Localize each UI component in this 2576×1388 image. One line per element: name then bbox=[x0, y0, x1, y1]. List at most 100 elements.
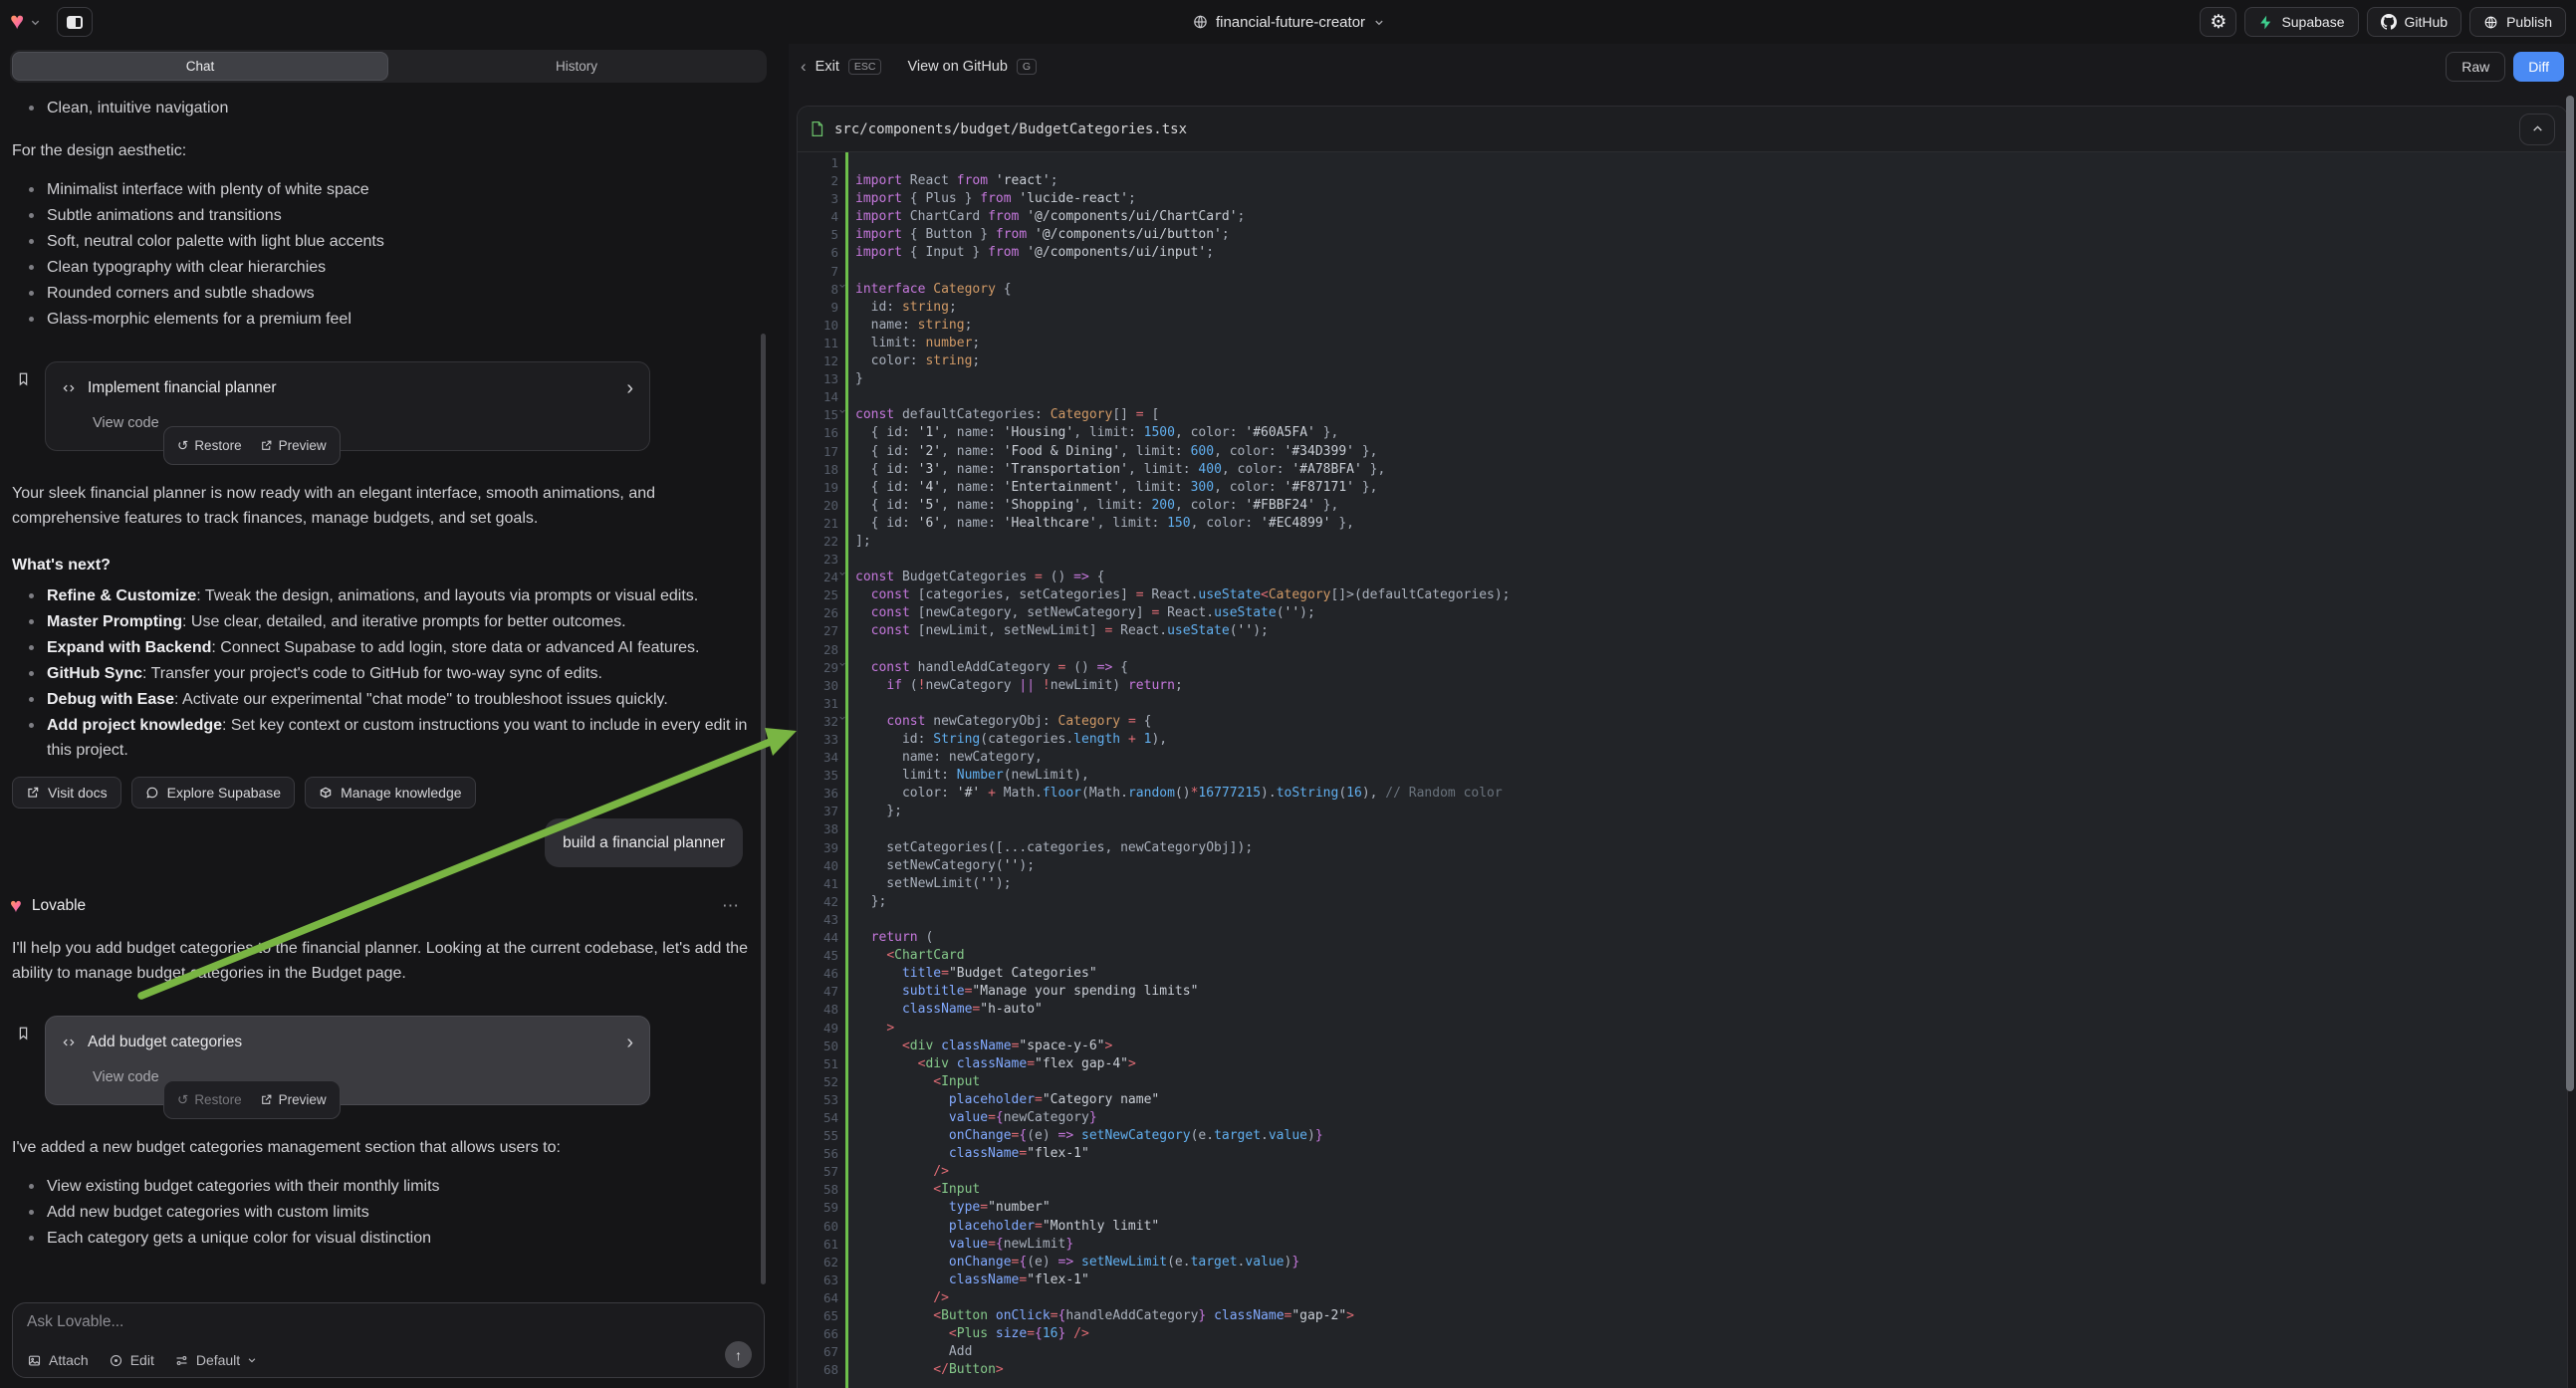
line-number: 11 bbox=[798, 335, 838, 352]
list-item: Debug with Ease: Activate our experiment… bbox=[10, 687, 753, 712]
toggle-sidebar-button[interactable] bbox=[57, 7, 93, 37]
assistant-name: Lovable bbox=[32, 893, 86, 918]
preview-button[interactable]: Preview bbox=[260, 433, 327, 458]
fold-toggle-icon[interactable] bbox=[838, 660, 846, 668]
edit-button[interactable]: Edit bbox=[109, 1352, 154, 1368]
visit-docs-button[interactable]: Visit docs bbox=[12, 777, 121, 809]
mode-select[interactable]: Default bbox=[174, 1352, 257, 1368]
code-change-card[interactable]: Add budget categories›View code↺RestoreP… bbox=[45, 1016, 650, 1105]
list-item-bold: Debug with Ease bbox=[47, 691, 174, 708]
raw-toggle-button[interactable]: Raw bbox=[2446, 52, 2505, 82]
code-area: 12import React from 'react';3import { Pl… bbox=[798, 152, 2567, 1388]
code-line: 49 > bbox=[798, 1020, 2567, 1038]
code-line: 63 className="flex-1" bbox=[798, 1272, 2567, 1289]
code-line: 59 type="number" bbox=[798, 1199, 2567, 1217]
line-number: 38 bbox=[798, 820, 838, 838]
settings-button[interactable]: ⚙ bbox=[2200, 7, 2236, 37]
code-line: 57 /> bbox=[798, 1163, 2567, 1181]
code-line: 11 limit: number; bbox=[798, 335, 2567, 352]
restore-button[interactable]: ↺Restore bbox=[177, 1087, 242, 1112]
github-button[interactable]: GitHub bbox=[2367, 7, 2462, 37]
supabase-label: Supabase bbox=[2281, 14, 2344, 30]
line-number: 52 bbox=[798, 1073, 838, 1091]
attach-button[interactable]: Attach bbox=[27, 1352, 89, 1368]
code-line: 47 subtitle="Manage your spending limits… bbox=[798, 983, 2567, 1001]
line-number: 54 bbox=[798, 1109, 838, 1127]
project-switcher[interactable]: financial-future-creator bbox=[1192, 0, 1384, 44]
code-scrollbar[interactable] bbox=[2566, 96, 2574, 1091]
view-on-github-label: View on GitHub bbox=[907, 59, 1007, 75]
code-line: 65 <Button onClick={handleAddCategory} c… bbox=[798, 1307, 2567, 1325]
code-change-card[interactable]: Implement financial planner›View code↺Re… bbox=[45, 361, 650, 451]
code-change-card-row: Add budget categories›View code↺RestoreP… bbox=[10, 1016, 753, 1105]
line-number: 8 bbox=[798, 281, 838, 299]
bookmark-icon[interactable] bbox=[16, 1026, 31, 1041]
line-number: 47 bbox=[798, 983, 838, 1001]
code-line: 51 <div className="flex gap-4"> bbox=[798, 1055, 2567, 1073]
list-item: Each category gets a unique color for vi… bbox=[10, 1226, 753, 1251]
line-number: 29 bbox=[798, 659, 838, 677]
code-line: 25 const [categories, setCategories] = R… bbox=[798, 586, 2567, 604]
fold-toggle-icon[interactable] bbox=[838, 714, 846, 722]
chevron-right-icon: › bbox=[626, 1033, 633, 1052]
list-item-bold: Expand with Backend bbox=[47, 639, 211, 656]
exit-button[interactable]: ‹ Exit ESC bbox=[801, 57, 881, 77]
diff-toggle-button[interactable]: Diff bbox=[2513, 52, 2564, 82]
tab-history[interactable]: History bbox=[388, 52, 765, 81]
code-line: 26 const [newCategory, setNewCategory] =… bbox=[798, 604, 2567, 622]
list-item: Rounded corners and subtle shadows bbox=[10, 281, 753, 306]
line-number: 1 bbox=[798, 154, 838, 172]
code-line: 10 name: string; bbox=[798, 317, 2567, 335]
line-number: 7 bbox=[798, 263, 838, 281]
code-line: 67 Add bbox=[798, 1343, 2567, 1361]
code-line: 31 bbox=[798, 695, 2567, 713]
chevron-down-icon[interactable] bbox=[30, 17, 41, 28]
chevron-down-icon bbox=[1373, 17, 1384, 28]
chat-input[interactable] bbox=[27, 1313, 605, 1331]
line-number: 21 bbox=[798, 515, 838, 533]
file-header: src/components/budget/BudgetCategories.t… bbox=[798, 107, 2567, 152]
code-line: 46 title="Budget Categories" bbox=[798, 965, 2567, 983]
line-number: 16 bbox=[798, 424, 838, 442]
line-number: 49 bbox=[798, 1020, 838, 1038]
line-number: 50 bbox=[798, 1038, 838, 1055]
send-button[interactable]: ↑ bbox=[725, 1341, 752, 1368]
list-item: Master Prompting: Use clear, detailed, a… bbox=[10, 609, 753, 634]
chevron-left-icon: ‹ bbox=[801, 57, 807, 77]
code-line: 4import ChartCard from '@/components/ui/… bbox=[798, 208, 2567, 226]
fold-toggle-icon[interactable] bbox=[838, 570, 846, 578]
code-line: 1 bbox=[798, 154, 2567, 172]
card-actions-pill: ↺Restore Preview bbox=[163, 1080, 341, 1119]
code-line: 50 <div className="space-y-6"> bbox=[798, 1038, 2567, 1055]
line-number: 4 bbox=[798, 208, 838, 226]
code-line: 30 if (!newCategory || !newLimit) return… bbox=[798, 677, 2567, 695]
lovable-logo-icon[interactable]: ♥ bbox=[10, 10, 24, 34]
arrow-up-icon: ↑ bbox=[735, 1347, 742, 1363]
preview-button[interactable]: Preview bbox=[260, 1087, 327, 1112]
list-item-bold: Refine & Customize bbox=[47, 587, 196, 604]
view-on-github-button[interactable]: View on GitHub G bbox=[907, 59, 1037, 75]
code-line: 6import { Input } from '@/components/ui/… bbox=[798, 244, 2567, 262]
code-viewer-toolbar: ‹ Exit ESC View on GitHub G Raw Diff bbox=[789, 44, 2576, 90]
line-number: 41 bbox=[798, 875, 838, 893]
restore-button[interactable]: ↺Restore bbox=[177, 433, 242, 458]
line-number: 25 bbox=[798, 586, 838, 604]
tab-chat[interactable]: Chat bbox=[12, 52, 388, 81]
manage-knowledge-button[interactable]: Manage knowledge bbox=[305, 777, 475, 809]
bullet-list: Refine & Customize: Tweak the design, an… bbox=[10, 583, 753, 763]
explore-supabase-button[interactable]: Explore Supabase bbox=[131, 777, 295, 809]
chat-scrollbar[interactable] bbox=[761, 334, 766, 1284]
collapse-file-button[interactable] bbox=[2519, 114, 2555, 145]
fold-toggle-icon[interactable] bbox=[838, 282, 846, 290]
supabase-button[interactable]: Supabase bbox=[2244, 7, 2358, 37]
code-line: 29 const handleAddCategory = () => { bbox=[798, 659, 2567, 677]
list-item: Soft, neutral color palette with light b… bbox=[10, 229, 753, 254]
message-menu-button[interactable]: ⋯ bbox=[722, 893, 739, 918]
exit-label: Exit bbox=[816, 59, 839, 75]
publish-button[interactable]: Publish bbox=[2469, 7, 2566, 37]
bookmark-icon[interactable] bbox=[16, 371, 31, 386]
fold-toggle-icon[interactable] bbox=[838, 407, 846, 415]
line-number: 60 bbox=[798, 1218, 838, 1236]
code-line: 21 { id: '6', name: 'Healthcare', limit:… bbox=[798, 515, 2567, 533]
file-diff-card: src/components/budget/BudgetCategories.t… bbox=[797, 106, 2568, 1388]
